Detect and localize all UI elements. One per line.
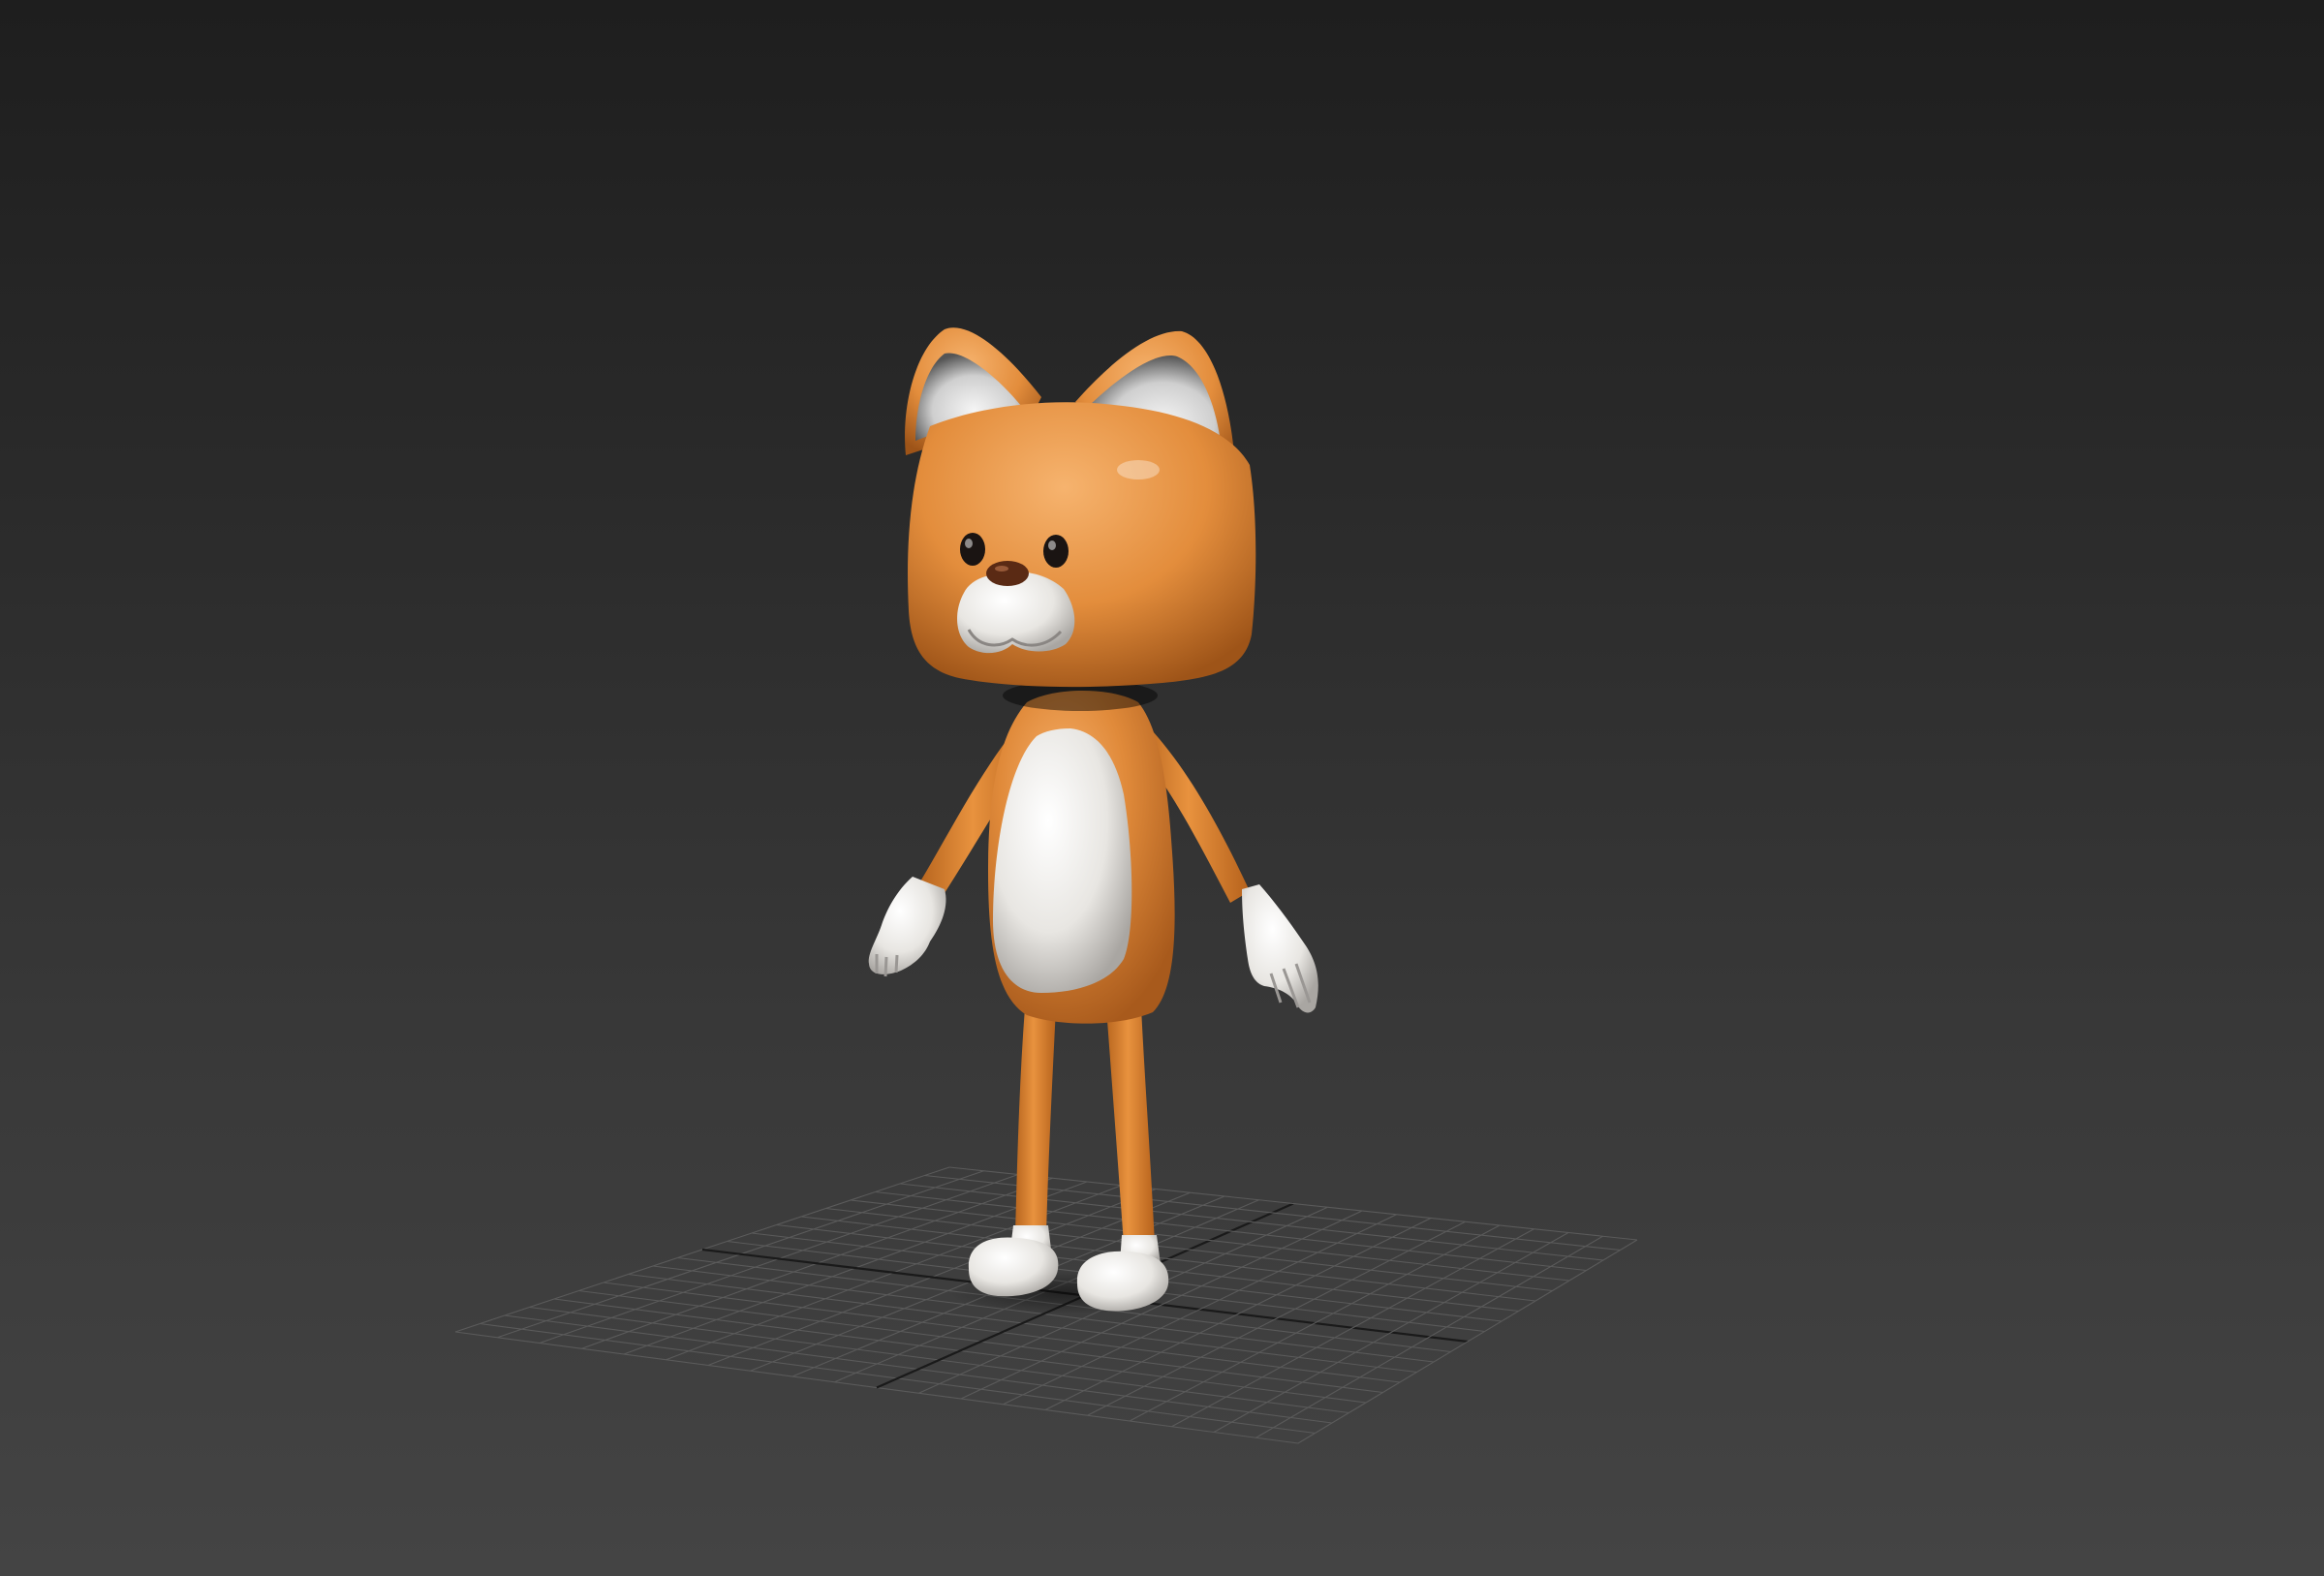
3d-viewport[interactable] <box>0 0 2324 1576</box>
left-eye <box>960 533 985 566</box>
right-eye <box>1043 535 1069 568</box>
grid-line <box>1297 1239 1638 1444</box>
grid-line <box>1255 1235 1603 1438</box>
left-eye-glint <box>965 539 973 548</box>
left-hand[interactable] <box>868 877 946 974</box>
head-highlight <box>1117 460 1160 479</box>
viewport-scene[interactable] <box>0 0 2324 1576</box>
right-leg[interactable] <box>1106 1007 1155 1245</box>
grid-line <box>948 1166 1638 1241</box>
right-eye-glint <box>1048 541 1056 550</box>
grid-line <box>1171 1228 1534 1428</box>
grid-line <box>1213 1232 1569 1433</box>
head[interactable] <box>908 402 1256 688</box>
nose-glint <box>995 566 1008 572</box>
left-leg[interactable] <box>1015 1007 1056 1235</box>
character-model[interactable] <box>868 327 1318 1314</box>
nose <box>986 561 1029 586</box>
